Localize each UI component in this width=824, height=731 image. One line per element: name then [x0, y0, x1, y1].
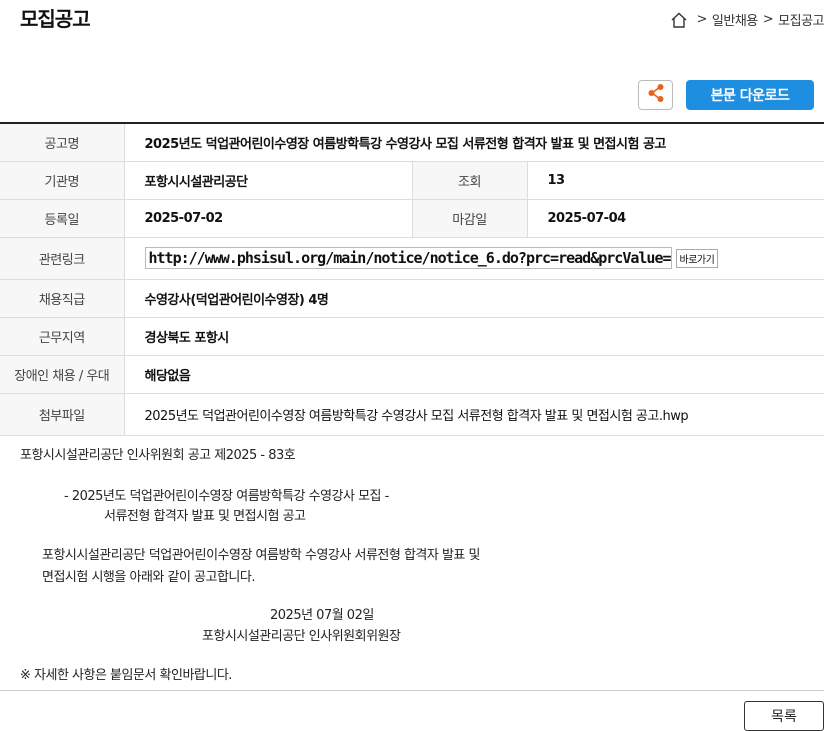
body-paragraph-line: 포항시시설관리공단 덕업관어린이수영장 여름방학 수영강사 서류전형 합격자 발…: [42, 548, 481, 563]
deadline-label: 마감일: [411, 199, 528, 238]
table-row: 기관명 포항시시설관리공단 조회 13: [0, 161, 824, 200]
reg-date-value: 2025-07-02: [124, 199, 412, 238]
body-note: ※ 자세한 사항은 붙임문서 확인바랍니다.: [20, 668, 232, 683]
share-button[interactable]: [638, 80, 673, 110]
related-link-field[interactable]: http://www.phsisul.org/main/notice/notic…: [144, 247, 672, 269]
reg-date-label: 등록일: [0, 199, 125, 238]
share-icon: [647, 83, 665, 107]
body-date: 2025년 07월 02일: [270, 608, 374, 623]
breadcrumb-separator: >: [762, 12, 774, 27]
disabled-hiring-label: 장애인 채용 / 우대: [0, 355, 125, 394]
notice-info-table: 공고명 2025년도 덕업관어린이수영장 여름방학특강 수영강사 모집 서류전형…: [0, 122, 824, 436]
home-icon[interactable]: [670, 11, 688, 29]
views-value: 13: [527, 161, 824, 200]
table-row: 장애인 채용 / 우대 해당없음: [0, 355, 824, 394]
region-label: 근무지역: [0, 317, 125, 356]
download-button[interactable]: 본문 다운로드: [686, 80, 814, 110]
attachment-link[interactable]: 2025년도 덕업관어린이수영장 여름방학특강 수영강사 모집 서류전형 합격자…: [124, 393, 824, 436]
divider: [0, 690, 824, 691]
body-subject-line: 서류전형 합격자 발표 및 면접시험 공고: [104, 509, 306, 524]
breadcrumb: > 일반채용 > 모집공고: [670, 10, 824, 29]
org-value: 포항시시설관리공단: [124, 161, 412, 200]
disabled-hiring-value: 해당없음: [124, 355, 824, 394]
go-link-button[interactable]: 바로가기: [675, 248, 719, 268]
table-row: 근무지역 경상북도 포항시: [0, 317, 824, 356]
body-paragraph-line: 면접시험 시행을 아래와 같이 공고합니다.: [42, 570, 255, 585]
table-row: 관련링크 http://www.phsisul.org/main/notice/…: [0, 237, 824, 280]
org-label: 기관명: [0, 161, 125, 200]
title-label: 공고명: [0, 123, 125, 162]
table-row: 첨부파일 2025년도 덕업관어린이수영장 여름방학특강 수영강사 모집 서류전…: [0, 393, 824, 436]
body-announcement-number: 포항시시설관리공단 인사위원회 공고 제2025 - 83호: [20, 448, 296, 463]
table-row: 등록일 2025-07-02 마감일 2025-07-04: [0, 199, 824, 238]
title-value: 2025년도 덕업관어린이수영장 여름방학특강 수영강사 모집 서류전형 합격자…: [124, 123, 824, 162]
views-label: 조회: [411, 161, 528, 200]
table-row: 채용직급 수영강사(덕업관어린이수영장) 4명: [0, 279, 824, 318]
list-button[interactable]: 목록: [744, 701, 824, 731]
link-label: 관련링크: [0, 237, 125, 280]
breadcrumb-item-recruitment[interactable]: 모집공고: [778, 10, 824, 29]
table-row: 공고명 2025년도 덕업관어린이수영장 여름방학특강 수영강사 모집 서류전형…: [0, 123, 824, 162]
attachment-label: 첨부파일: [0, 393, 125, 436]
position-label: 채용직급: [0, 279, 125, 318]
link-cell: http://www.phsisul.org/main/notice/notic…: [124, 237, 824, 280]
page-title: 모집공고: [20, 7, 91, 31]
breadcrumb-item-general-hiring[interactable]: 일반채용: [712, 10, 758, 29]
deadline-value: 2025-07-04: [527, 199, 824, 238]
body-signature: 포항시시설관리공단 인사위원회위원장: [202, 629, 401, 644]
position-value: 수영강사(덕업관어린이수영장) 4명: [124, 279, 824, 318]
region-value: 경상북도 포항시: [124, 317, 824, 356]
body-subject-line: - 2025년도 덕업관어린이수영장 여름방학특강 수영강사 모집 -: [64, 489, 389, 504]
breadcrumb-separator: >: [696, 12, 708, 27]
